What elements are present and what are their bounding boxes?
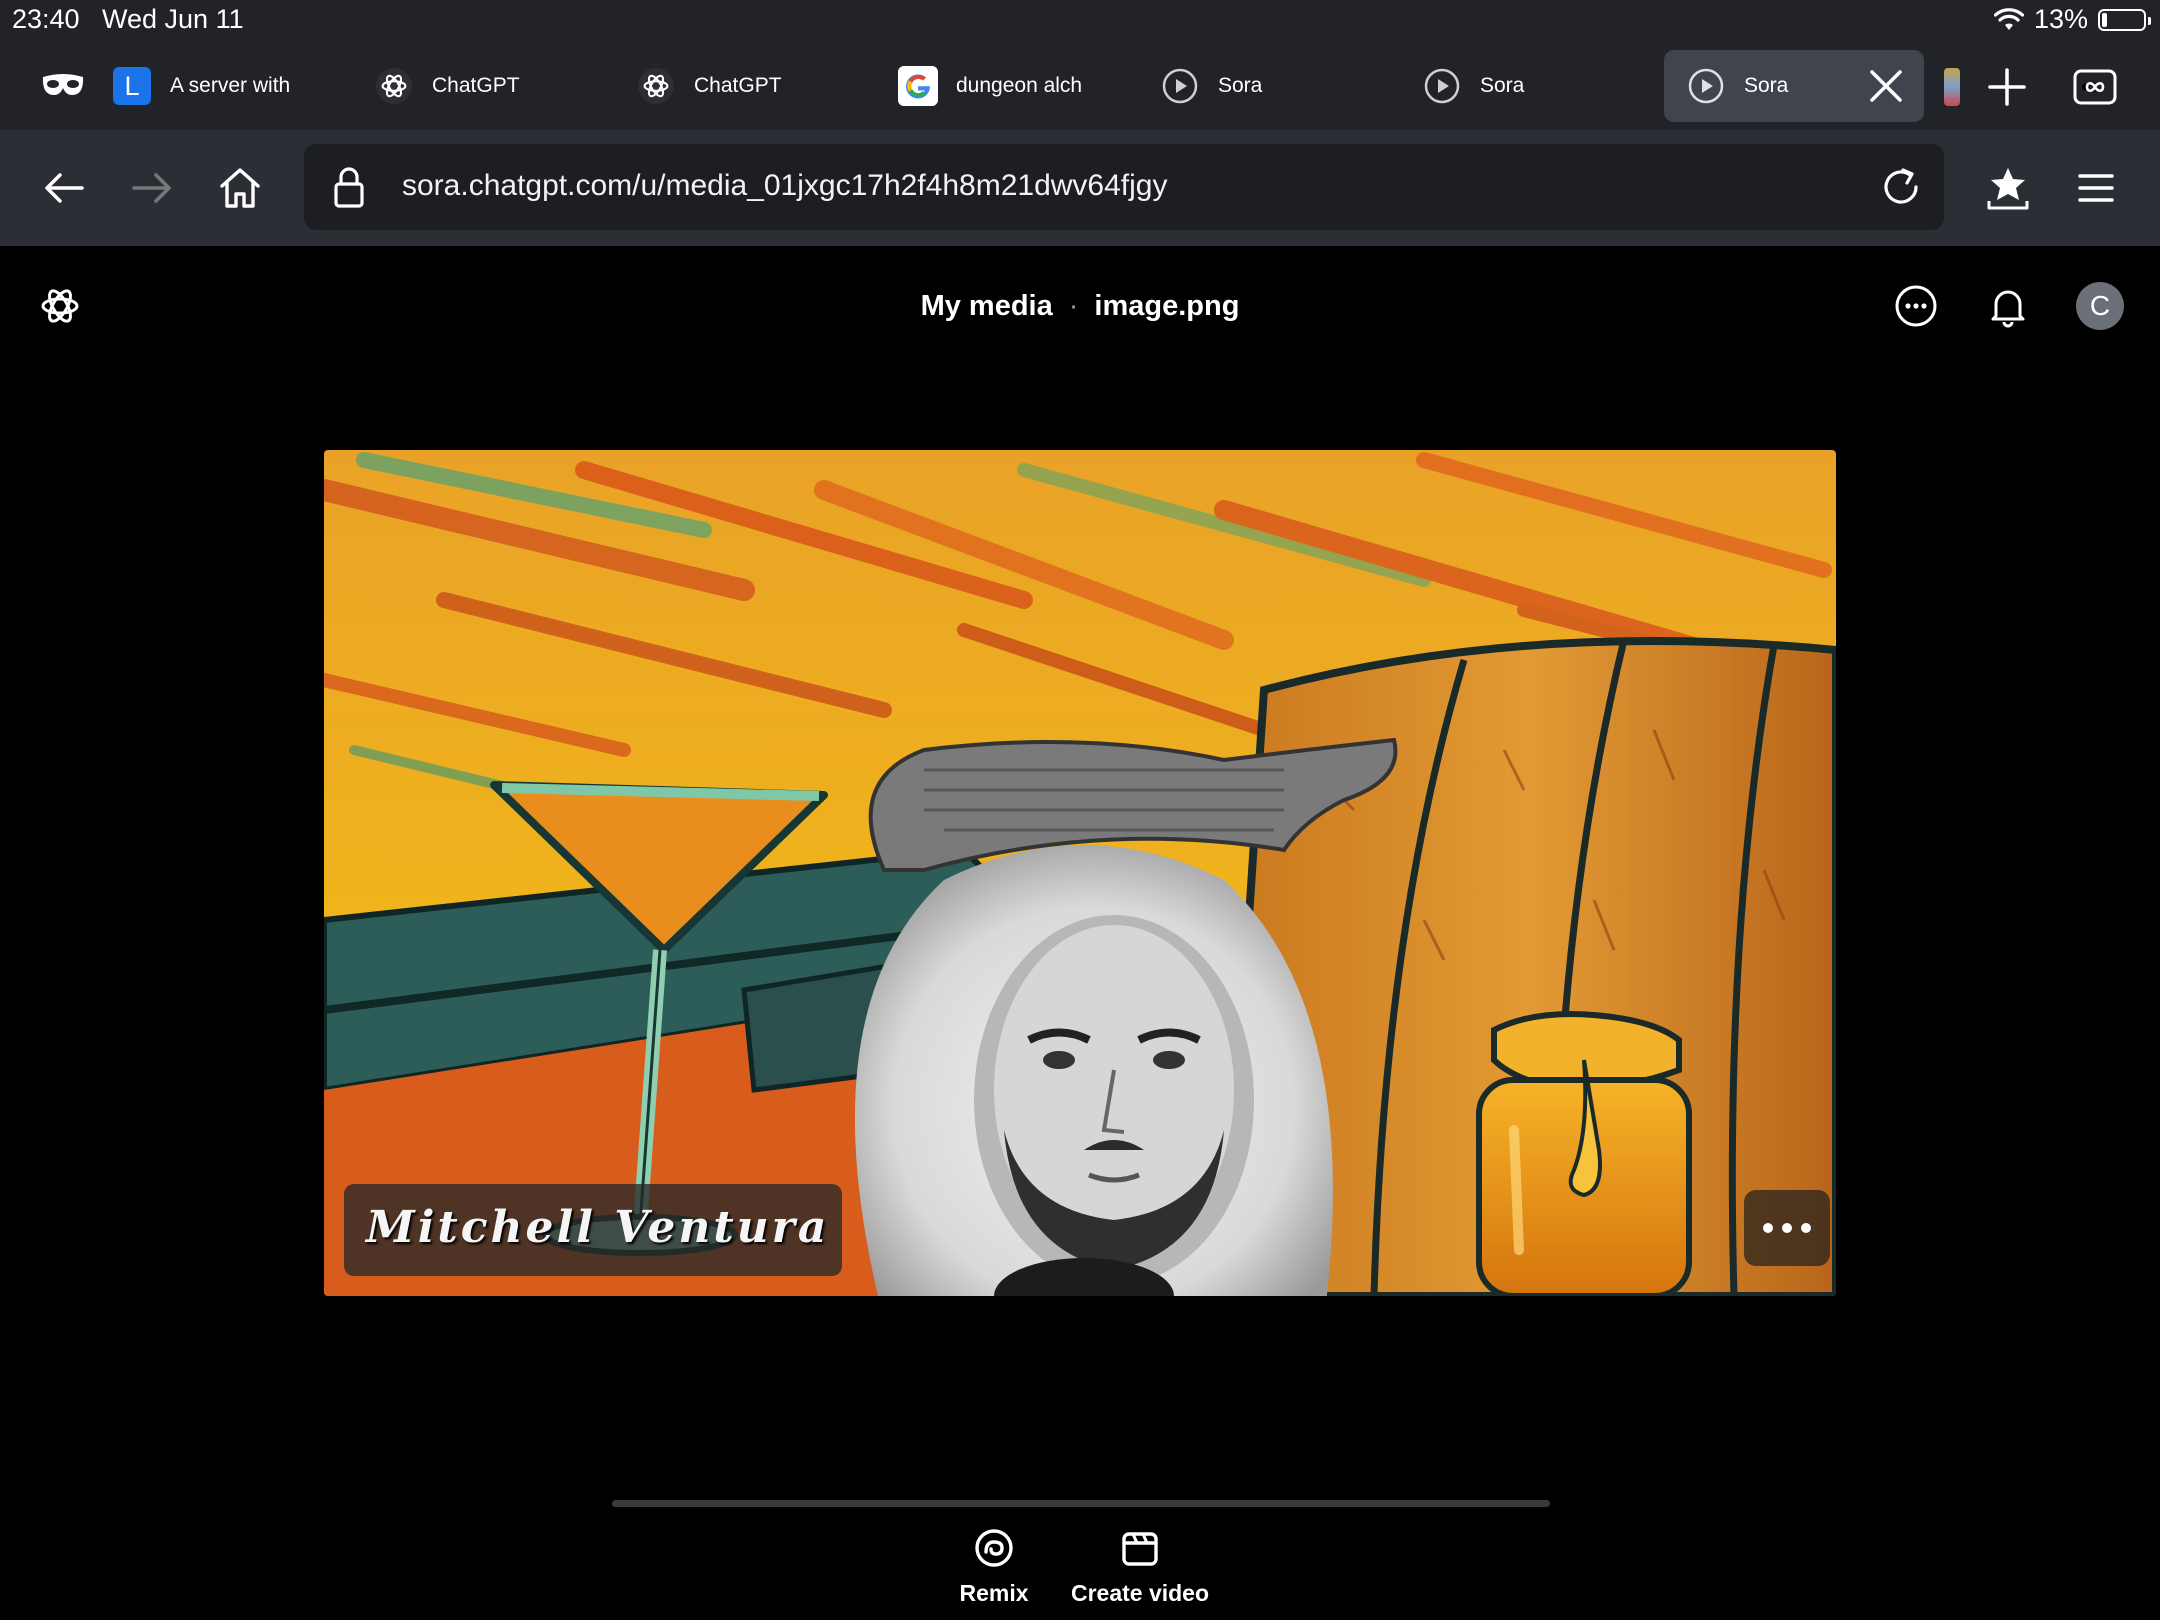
google-icon bbox=[898, 66, 938, 106]
tab-dungeon-alch[interactable]: dungeon alch bbox=[898, 50, 1138, 122]
battery-icon bbox=[2098, 8, 2151, 31]
image-caption: Mitchell Ventura bbox=[344, 1184, 842, 1276]
hamburger-icon bbox=[2078, 174, 2114, 202]
sora-play-icon bbox=[1160, 66, 1200, 106]
battery-fill bbox=[2102, 12, 2107, 27]
app-header: My media · image.png C bbox=[0, 246, 2160, 366]
tab-title: A server with bbox=[170, 74, 291, 97]
tab-title: Sora bbox=[1218, 74, 1263, 97]
star-tray-icon bbox=[1987, 168, 2029, 210]
remix-button[interactable]: Remix bbox=[952, 1526, 1036, 1607]
overflow-tab-favicon[interactable] bbox=[1944, 68, 1960, 106]
breadcrumb-my-media[interactable]: My media bbox=[921, 290, 1053, 322]
tab-sora-2[interactable]: Sora bbox=[1422, 50, 1662, 122]
tab-a-server-with[interactable]: L A server with bbox=[112, 50, 352, 122]
arrow-right-icon bbox=[132, 173, 171, 203]
forward-button[interactable] bbox=[124, 160, 180, 216]
status-right: 13% bbox=[1993, 4, 2151, 35]
tab-title: dungeon alch bbox=[956, 74, 1083, 97]
create-video-button[interactable]: Create video bbox=[1066, 1526, 1214, 1607]
new-tab-button[interactable] bbox=[1980, 60, 2034, 114]
tab-title: Sora bbox=[1480, 74, 1525, 97]
tab-sora-1[interactable]: Sora bbox=[1160, 50, 1400, 122]
tab-title: ChatGPT bbox=[432, 74, 520, 97]
status-time: 23:40 bbox=[12, 4, 80, 34]
breadcrumb: My media · image.png bbox=[0, 290, 2160, 323]
more-options-button[interactable] bbox=[1890, 280, 1942, 332]
openai-icon bbox=[636, 66, 676, 106]
reload-button[interactable] bbox=[1876, 162, 1926, 212]
status-date: Wed Jun 11 bbox=[102, 4, 244, 34]
openai-icon bbox=[374, 66, 414, 106]
tab-sora-active[interactable]: Sora bbox=[1664, 50, 1924, 122]
reload-icon bbox=[1884, 168, 1918, 204]
tab-chatgpt-2[interactable]: ChatGPT bbox=[636, 50, 876, 122]
address-bar[interactable]: sora.chatgpt.com/u/media_01jxgc17h2f4h8m… bbox=[304, 144, 1944, 230]
status-bar: 23:40 Wed Jun 11 13% bbox=[0, 0, 2160, 44]
private-mode-tab[interactable] bbox=[40, 50, 90, 122]
caption-text: Mitchell Ventura bbox=[366, 1202, 830, 1253]
more-circle-icon bbox=[1895, 285, 1937, 327]
bookmarks-button[interactable] bbox=[1980, 160, 2036, 216]
navigation-bar: sora.chatgpt.com/u/media_01jxgc17h2f4h8m… bbox=[0, 130, 2160, 246]
tab-tray-button[interactable] bbox=[2068, 60, 2122, 114]
notifications-button[interactable] bbox=[1982, 280, 2034, 332]
create-video-label: Create video bbox=[1070, 1580, 1210, 1606]
breadcrumb-separator: · bbox=[1068, 290, 1079, 322]
more-horizontal-icon bbox=[1763, 1223, 1811, 1233]
clapperboard-icon bbox=[1118, 1526, 1162, 1570]
tabs-infinity-icon bbox=[2073, 69, 2117, 105]
breadcrumb-current-file: image.png bbox=[1094, 290, 1240, 322]
back-button[interactable] bbox=[36, 160, 92, 216]
wifi-icon bbox=[1993, 7, 2024, 30]
menu-button[interactable] bbox=[2068, 160, 2124, 216]
media-more-button[interactable] bbox=[1744, 1190, 1830, 1266]
private-mask-icon bbox=[42, 74, 84, 95]
tab-title: ChatGPT bbox=[694, 74, 782, 97]
avatar[interactable]: C bbox=[2076, 282, 2124, 330]
sora-play-icon bbox=[1422, 66, 1462, 106]
close-tab-icon[interactable] bbox=[1866, 66, 1906, 106]
tab-favicon: L bbox=[112, 66, 152, 106]
lock-icon[interactable] bbox=[324, 162, 374, 212]
tab-strip: L A server with ChatGPT ChatGPT dungeon … bbox=[0, 44, 2160, 130]
generated-image bbox=[324, 450, 1836, 1296]
plus-icon bbox=[1988, 68, 2026, 106]
remix-label: Remix bbox=[959, 1580, 1029, 1606]
url-text[interactable]: sora.chatgpt.com/u/media_01jxgc17h2f4h8m… bbox=[402, 169, 1167, 203]
bell-icon bbox=[1991, 290, 2025, 328]
remix-icon bbox=[972, 1526, 1016, 1570]
sora-play-icon bbox=[1686, 66, 1726, 106]
arrow-left-icon bbox=[45, 173, 84, 203]
home-button[interactable] bbox=[212, 160, 268, 216]
tab-chatgpt-1[interactable]: ChatGPT bbox=[374, 50, 614, 122]
scroll-indicator[interactable] bbox=[612, 1500, 1550, 1507]
battery-percent: 13% bbox=[2033, 4, 2088, 34]
tab-title: Sora bbox=[1744, 74, 1789, 97]
media-viewer[interactable]: Mitchell Ventura bbox=[324, 450, 1836, 1296]
home-icon bbox=[220, 168, 260, 208]
